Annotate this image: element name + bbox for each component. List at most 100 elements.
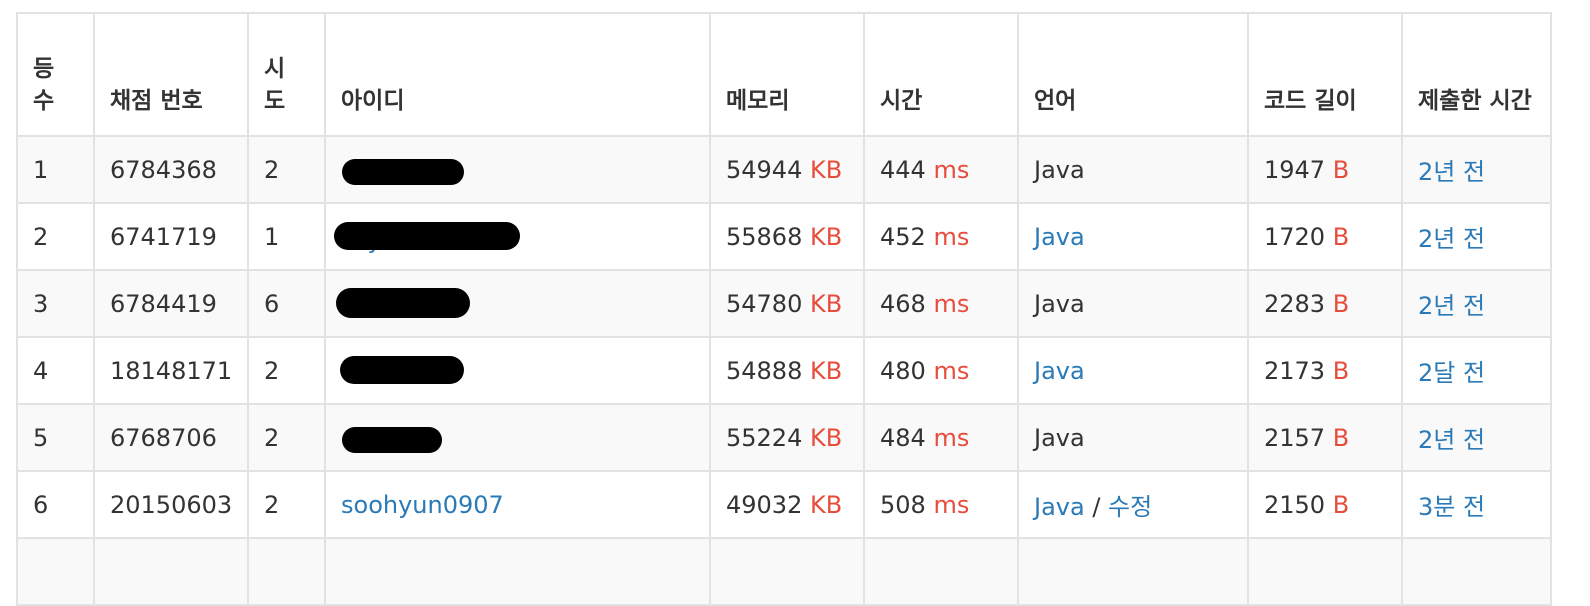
code-length-value: 2283 (1264, 289, 1333, 318)
code-length-value: 2157 (1264, 423, 1333, 452)
empty-cell (93, 537, 249, 606)
empty-cell (247, 537, 326, 606)
empty-cell (324, 537, 711, 606)
edit-link[interactable]: 수정 (1108, 493, 1152, 521)
submitted-time-link[interactable]: 2년 전 (1418, 225, 1485, 253)
language-cell: Java (1017, 403, 1249, 472)
empty-cell (709, 537, 865, 606)
memory-value: 54944 (726, 155, 810, 184)
submission-number: 20150603 (93, 470, 249, 539)
memory-value: 54888 (726, 356, 810, 385)
language-label: Java (1034, 155, 1085, 184)
language-cell: Java (1017, 202, 1249, 271)
time-value: 452 (880, 222, 934, 251)
language-cell: Java (1017, 336, 1249, 405)
redaction-mark (340, 356, 464, 384)
header-rank: 등수 (16, 12, 95, 137)
code-length-unit: B (1332, 222, 1350, 251)
submission-number: 6768706 (93, 403, 249, 472)
tries-cell: 6 (247, 269, 326, 338)
submitted-time-link[interactable]: 2년 전 (1418, 292, 1485, 320)
submitted-at-cell: 2년 전 (1401, 202, 1552, 271)
time-value: 508 (880, 490, 934, 519)
submitted-time-link[interactable]: 3분 전 (1418, 493, 1485, 521)
time-unit: ms (933, 356, 970, 385)
empty-cell (863, 537, 1019, 606)
table-header-row: 등수 채점 번호 시도 아이디 메모리 시간 언어 코드 길이 제출한 시간 (16, 12, 1552, 137)
language-link[interactable]: Java (1034, 223, 1085, 251)
time-unit: ms (933, 490, 970, 519)
memory-cell: 55868 KB (709, 202, 865, 271)
rank-cell: 2 (16, 202, 95, 271)
header-submitted-at: 제출한 시간 (1401, 12, 1552, 137)
language-label: Java (1034, 289, 1085, 318)
language-cell: Java / 수정 (1017, 470, 1249, 539)
submission-number: 6784368 (93, 135, 249, 204)
memory-value: 55224 (726, 423, 810, 452)
table-row: 5 6768706 2 55224 KB 484 ms Java 2157 B 2년 전 (16, 403, 1552, 472)
code-length-value: 1720 (1264, 222, 1333, 251)
rank-cell: 5 (16, 403, 95, 472)
time-value: 444 (880, 155, 934, 184)
code-length-unit: B (1332, 356, 1350, 385)
user-cell (324, 135, 711, 204)
time-cell: 508 ms (863, 470, 1019, 539)
language-link[interactable]: Java (1034, 493, 1085, 521)
memory-cell: 49032 KB (709, 470, 865, 539)
time-cell: 484 ms (863, 403, 1019, 472)
submitted-at-cell: 2년 전 (1401, 269, 1552, 338)
empty-cell (1017, 537, 1249, 606)
code-length-cell: 1720 B (1247, 202, 1403, 271)
time-value: 468 (880, 289, 934, 318)
tries-cell: 2 (247, 470, 326, 539)
time-unit: ms (933, 155, 970, 184)
user-link[interactable]: soohyun0907 (341, 491, 504, 519)
user-cell (324, 336, 711, 405)
memory-unit: KB (809, 356, 843, 385)
time-cell: 444 ms (863, 135, 1019, 204)
user-cell: my (324, 202, 711, 271)
memory-cell: 55224 KB (709, 403, 865, 472)
header-tries: 시도 (247, 12, 326, 137)
language-link[interactable]: Java (1034, 357, 1085, 385)
submission-number: 18148171 (93, 336, 249, 405)
redaction-mark (342, 427, 442, 453)
code-length-value: 1947 (1264, 155, 1333, 184)
submitted-at-cell: 2달 전 (1401, 336, 1552, 405)
time-value: 480 (880, 356, 934, 385)
time-cell: 468 ms (863, 269, 1019, 338)
header-code-length: 코드 길이 (1247, 12, 1403, 137)
rank-cell: 3 (16, 269, 95, 338)
submitted-time-link[interactable]: 2달 전 (1418, 359, 1485, 387)
code-length-cell: 2283 B (1247, 269, 1403, 338)
memory-value: 54780 (726, 289, 810, 318)
code-length-unit: B (1332, 423, 1350, 452)
code-length-cell: 2157 B (1247, 403, 1403, 472)
header-language: 언어 (1017, 12, 1249, 137)
language-cell: Java (1017, 135, 1249, 204)
submitted-time-link[interactable]: 2년 전 (1418, 158, 1485, 186)
empty-cell (1247, 537, 1403, 606)
code-length-value: 2173 (1264, 356, 1333, 385)
user-cell (324, 403, 711, 472)
redaction-mark (334, 222, 520, 250)
redaction-mark (336, 288, 470, 318)
memory-unit: KB (809, 155, 843, 184)
header-user-id: 아이디 (324, 12, 711, 137)
redaction-mark (342, 159, 464, 185)
submitted-at-cell: 2년 전 (1401, 135, 1552, 204)
memory-unit: KB (809, 423, 843, 452)
header-memory: 메모리 (709, 12, 865, 137)
table-row: 4 18148171 2 54888 KB 480 ms Java 2173 B 2달 전 (16, 336, 1552, 405)
memory-unit: KB (809, 289, 843, 318)
memory-cell: 54780 KB (709, 269, 865, 338)
submitted-time-link[interactable]: 2년 전 (1418, 426, 1485, 454)
code-length-cell: 1947 B (1247, 135, 1403, 204)
code-length-unit: B (1332, 490, 1350, 519)
code-length-value: 2150 (1264, 490, 1333, 519)
empty-cell (1401, 537, 1552, 606)
user-cell: soohyun0907 (324, 470, 711, 539)
code-length-unit: B (1332, 289, 1350, 318)
header-submission-no: 채점 번호 (93, 12, 249, 137)
table-row: 3 6784419 6 54780 KB 468 ms Java 2283 B 2년 전 (16, 269, 1552, 338)
